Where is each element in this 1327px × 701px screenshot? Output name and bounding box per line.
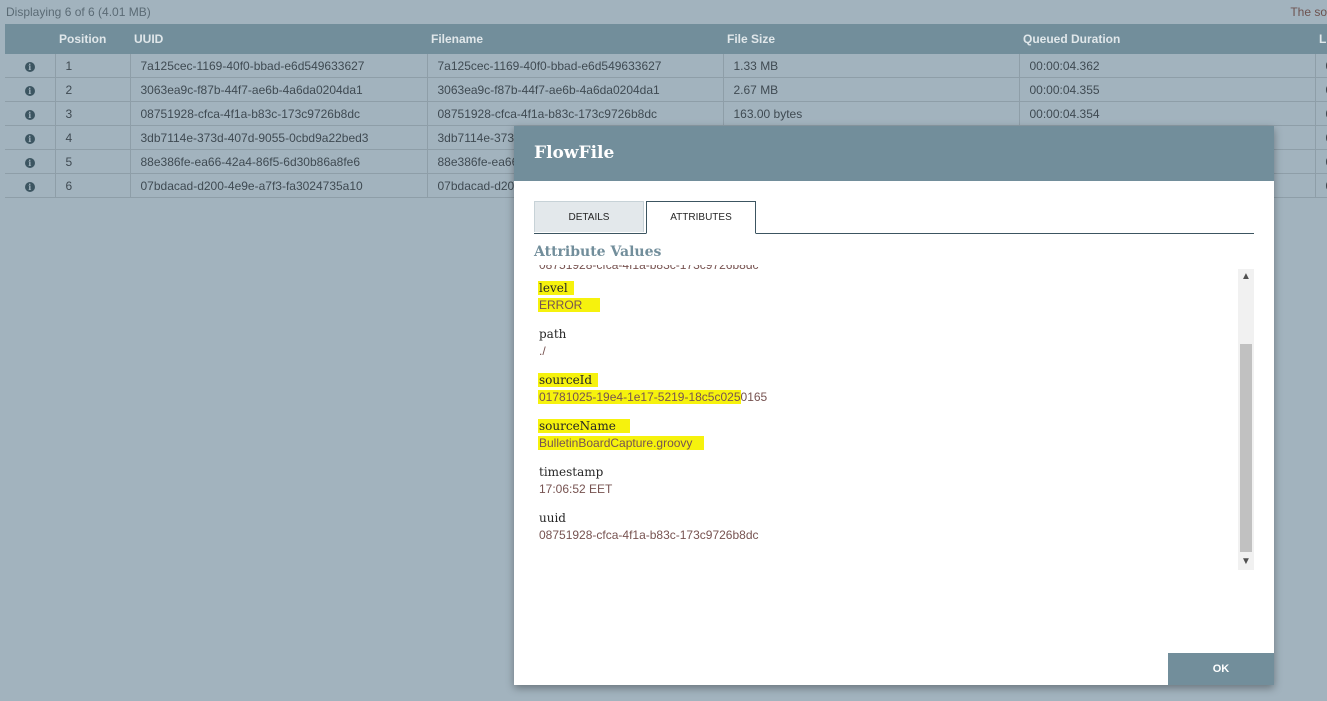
cell-extra: 0 <box>1315 149 1327 174</box>
info-icon[interactable]: i <box>24 109 35 120</box>
tab-attributes[interactable]: ATTRIBUTES <box>646 201 756 234</box>
attribute-name: timestamp <box>539 465 604 479</box>
attribute-values-title: Attribute Values <box>534 244 662 260</box>
ok-button[interactable]: OK <box>1168 653 1274 685</box>
column-header-filename[interactable]: Filename <box>427 24 723 54</box>
info-icon[interactable]: i <box>24 157 35 168</box>
table-row[interactable]: i 3 08751928-cfca-4f1a-b83c-173c9726b8dc… <box>5 101 1327 126</box>
cell-uuid: 08751928-cfca-4f1a-b83c-173c9726b8dc <box>130 101 428 126</box>
cell-uuid: 3063ea9c-f87b-44f7-ae6b-4a6da0204da1 <box>130 77 428 102</box>
attribute-value: 17:06:52 EET <box>539 482 613 496</box>
cell-extra: 0 <box>1315 54 1327 78</box>
column-header-uuid[interactable]: UUID <box>130 24 427 54</box>
summary-right-text: The so <box>1290 5 1327 19</box>
table-row[interactable]: i 2 3063ea9c-f87b-44f7-ae6b-4a6da0204da1… <box>5 77 1327 102</box>
attribute-value-rest: 0165 <box>740 390 768 404</box>
cell-extra: 0 <box>1315 125 1327 150</box>
info-icon[interactable]: i <box>24 61 35 72</box>
attribute-scrollbar[interactable]: ▲ ▼ <box>1238 269 1254 570</box>
cell-position: 4 <box>55 125 131 150</box>
attribute-value: 08751928-cfca-4f1a-b83c-173c9726b8dc <box>539 528 759 542</box>
attribute-level: level ERROR <box>538 280 1229 326</box>
cell-extra: 0 <box>1315 173 1327 198</box>
info-icon[interactable]: i <box>24 181 35 192</box>
cell-uuid: 3db7114e-373d-407d-9055-0cbd9a22bed3 <box>130 125 428 150</box>
attribute-name: level <box>538 281 574 295</box>
attribute-timestamp: timestamp 17:06:52 EET <box>539 464 1229 510</box>
cell-file-size: 163.00 bytes <box>723 101 1020 126</box>
cell-filename: 08751928-cfca-4f1a-b83c-173c9726b8dc <box>427 101 724 126</box>
attribute-path: path ./ <box>539 326 1229 372</box>
tab-details[interactable]: DETAILS <box>534 201 644 232</box>
cell-queued-duration: 00:00:04.354 <box>1019 101 1316 126</box>
cell-position: 3 <box>55 101 131 126</box>
dialog-tabs: DETAILS ATTRIBUTES <box>534 201 1254 234</box>
table-row[interactable]: i 1 7a125cec-1169-40f0-bbad-e6d549633627… <box>5 54 1327 78</box>
column-header-extra[interactable]: Li <box>1315 24 1327 54</box>
attribute-value: ERROR <box>538 298 601 312</box>
scrollbar-thumb[interactable] <box>1240 344 1252 552</box>
flowfile-dialog: FlowFile DETAILS ATTRIBUTES Attribute Va… <box>514 126 1274 685</box>
attribute-value-highlighted: 01781025-19e4-1e17-5219-18c5c025 <box>538 390 741 404</box>
attribute-value: BulletinBoardCapture.groovy <box>538 436 705 450</box>
info-icon[interactable]: i <box>24 133 35 144</box>
cell-position: 5 <box>55 149 131 174</box>
attribute-name: sourceId <box>538 373 599 387</box>
table-header-row: Position UUID Filename File Size Queued … <box>5 24 1327 54</box>
queue-summary: Displaying 6 of 6 (4.01 MB) <box>6 5 151 19</box>
attribute-source-name: sourceName BulletinBoardCapture.groovy <box>538 418 1229 464</box>
attribute-name: sourceName <box>538 419 630 433</box>
attribute-name: uuid <box>539 511 566 525</box>
column-header-queued-duration[interactable]: Queued Duration <box>1019 24 1315 54</box>
chevron-up-icon[interactable]: ▲ <box>1238 269 1254 285</box>
cell-extra: 0 <box>1315 101 1327 126</box>
cell-position: 6 <box>55 173 131 198</box>
cell-file-size: 1.33 MB <box>723 54 1020 78</box>
cell-uuid: 88e386fe-ea66-42a4-86f5-6d30b86a8fe6 <box>130 149 428 174</box>
dialog-title: FlowFile <box>514 126 1274 181</box>
attribute-value: ./ <box>539 344 546 358</box>
attribute-value-partial: 08751928-cfca-4f1a-b83c-173c9726b8dc <box>539 265 759 272</box>
cell-position: 2 <box>55 77 131 102</box>
cell-queued-duration: 00:00:04.355 <box>1019 77 1316 102</box>
attribute-list[interactable]: 08751928-cfca-4f1a-b83c-173c9726b8dc lev… <box>534 265 1254 570</box>
chevron-down-icon[interactable]: ▼ <box>1238 554 1254 570</box>
column-header-file-size[interactable]: File Size <box>723 24 1019 54</box>
attribute-uuid: uuid 08751928-cfca-4f1a-b83c-173c9726b8d… <box>539 510 1229 556</box>
cell-file-size: 2.67 MB <box>723 77 1020 102</box>
cell-position: 1 <box>55 54 131 78</box>
cell-uuid: 7a125cec-1169-40f0-bbad-e6d549633627 <box>130 54 428 78</box>
cell-filename: 3063ea9c-f87b-44f7-ae6b-4a6da0204da1 <box>427 77 724 102</box>
info-icon[interactable]: i <box>24 85 35 96</box>
column-header-info <box>5 24 55 54</box>
attribute-name: path <box>539 327 567 341</box>
cell-filename: 7a125cec-1169-40f0-bbad-e6d549633627 <box>427 54 724 78</box>
cell-extra: 0 <box>1315 77 1327 102</box>
attribute-source-id: sourceId 01781025-19e4-1e17-5219-18c5c02… <box>538 372 1229 418</box>
cell-queued-duration: 00:00:04.362 <box>1019 54 1316 78</box>
cell-uuid: 07bdacad-d200-4e9e-a7f3-fa3024735a10 <box>130 173 428 198</box>
column-header-position[interactable]: Position <box>55 24 130 54</box>
